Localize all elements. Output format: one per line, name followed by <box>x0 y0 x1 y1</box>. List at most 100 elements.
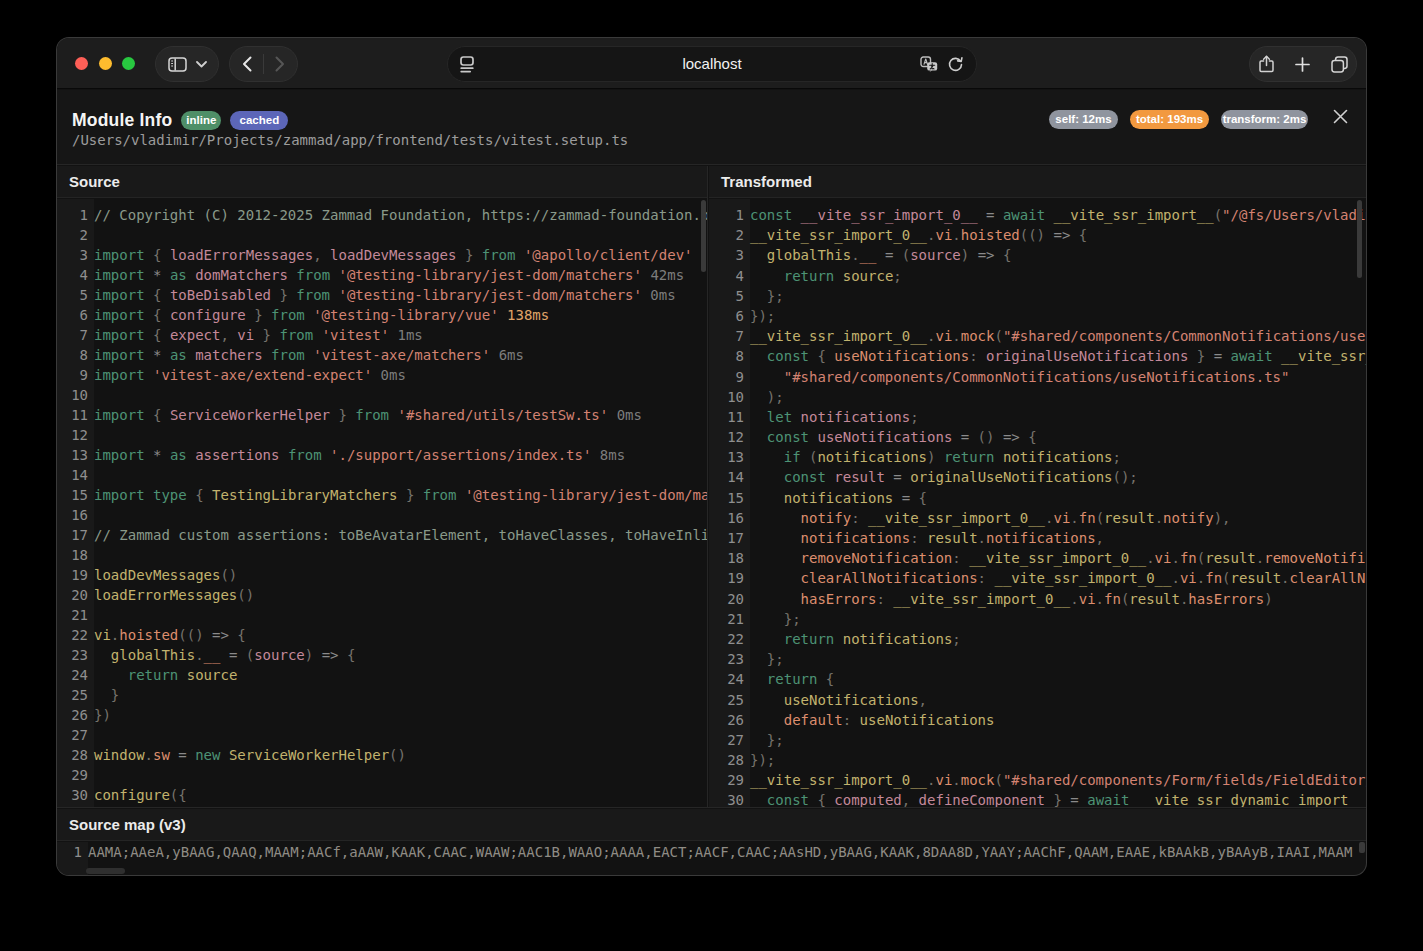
code-line: 2 <box>57 225 707 245</box>
line-number: 12 <box>57 425 94 445</box>
code-text: vi.hoisted(() => { <box>94 625 246 645</box>
navigation-buttons <box>229 46 298 82</box>
window-minimize-button[interactable] <box>99 57 112 70</box>
translate-button[interactable] <box>920 56 938 73</box>
code-line: 15import type { TestingLibraryMatchers }… <box>57 485 707 505</box>
address-bar[interactable]: localhost <box>447 46 977 82</box>
line-number: 23 <box>709 649 750 669</box>
sidebar-toggle-button[interactable] <box>155 46 219 82</box>
code-line: 13 if (notifications) return notificatio… <box>709 447 1366 467</box>
line-number: 12 <box>709 427 750 447</box>
line-number: 17 <box>709 528 750 548</box>
line-number: 4 <box>709 266 750 286</box>
line-number: 11 <box>57 405 94 425</box>
code-line: 11import { ServiceWorkerHelper } from '#… <box>57 405 707 425</box>
code-line: 8 const { useNotifications: originalUseN… <box>709 346 1366 366</box>
window-close-button[interactable] <box>75 57 88 70</box>
code-line: 27 }; <box>709 730 1366 750</box>
window-zoom-button[interactable] <box>122 57 135 70</box>
code-text: useNotifications, <box>750 690 927 710</box>
line-number: 4 <box>57 265 94 285</box>
line-number: 9 <box>57 365 94 385</box>
code-text: const __vite_ssr_import_0__ = await __vi… <box>750 205 1366 225</box>
line-number: 25 <box>709 690 750 710</box>
code-text: import { expect, vi } from 'vitest' 1ms <box>94 325 423 345</box>
code-text: import * as assertions from './support/a… <box>94 445 625 465</box>
horizontal-scrollbar[interactable] <box>86 868 125 874</box>
code-line: 2__vite_ssr_import_0__.vi.hoisted(() => … <box>709 225 1366 245</box>
transformed-pane[interactable]: Transformed 1const __vite_ssr_import_0__… <box>709 166 1366 808</box>
source-code-editor[interactable]: 1// Copyright (C) 2012-2025 Zammad Found… <box>57 199 707 808</box>
code-line: 26 default: useNotifications <box>709 710 1366 730</box>
transformed-code-editor[interactable]: 1const __vite_ssr_import_0__ = await __v… <box>709 199 1366 808</box>
line-number: 13 <box>57 445 94 465</box>
close-button[interactable] <box>1329 105 1351 127</box>
share-icon <box>1259 55 1274 73</box>
back-button[interactable] <box>230 47 263 81</box>
line-number: 9 <box>709 367 750 387</box>
code-line: 7__vite_ssr_import_0__.vi.mock("#shared/… <box>709 326 1366 346</box>
source-map-vertical-scrollbar[interactable] <box>1359 842 1365 853</box>
badge-inline: inline <box>181 111 221 130</box>
desktop-background: localhost <box>0 0 1423 951</box>
code-line: 1// Copyright (C) 2012-2025 Zammad Found… <box>57 205 707 225</box>
code-panes: Source 1// Copyright (C) 2012-2025 Zamma… <box>57 164 1366 807</box>
source-map-editor[interactable]: 1 AAMA;AAeA,yBAAG,QAAQ,MAAM;AACf,aAAW,KA… <box>57 842 1366 875</box>
code-text: globalThis.__ = (source) => { <box>750 245 1011 265</box>
code-line: 19 clearAllNotifications: __vite_ssr_imp… <box>709 568 1366 588</box>
code-line: 26}) <box>57 705 707 725</box>
line-number: 30 <box>709 790 750 808</box>
code-line: 20 hasErrors: __vite_ssr_import_0__.vi.f… <box>709 589 1366 609</box>
code-text: import { loadErrorMessages, loadDevMessa… <box>94 245 693 265</box>
code-line: 29 <box>57 765 707 785</box>
line-number: 6 <box>709 306 750 326</box>
forward-button[interactable] <box>264 47 297 81</box>
line-number: 23 <box>57 645 94 665</box>
code-line: 9import 'vitest-axe/extend-expect' 0ms <box>57 365 707 385</box>
line-number: 30 <box>57 785 94 805</box>
transformed-pane-title: Transformed <box>709 166 1366 198</box>
source-vertical-scrollbar[interactable] <box>701 200 706 272</box>
line-number: 18 <box>57 545 94 565</box>
line-number: 3 <box>57 245 94 265</box>
code-text: }; <box>750 649 784 669</box>
code-text: globalThis.__ = (source) => { <box>94 645 355 665</box>
chevron-down-icon <box>196 61 207 68</box>
close-icon <box>1333 109 1348 124</box>
share-button[interactable] <box>1259 55 1274 73</box>
code-text: const { useNotifications: originalUseNot… <box>750 346 1366 366</box>
code-text: const { computed, defineComponent } = aw… <box>750 790 1366 808</box>
line-number: 5 <box>57 285 94 305</box>
code-line: 3 globalThis.__ = (source) => { <box>709 245 1366 265</box>
line-number: 13 <box>709 447 750 467</box>
code-text: default: useNotifications <box>750 710 994 730</box>
line-number: 22 <box>709 629 750 649</box>
timing-metrics: self: 12ms total: 193ms transform: 2ms <box>1049 110 1308 129</box>
code-text: configure({ <box>94 785 187 805</box>
code-text: // Copyright (C) 2012-2025 Zammad Founda… <box>94 205 707 225</box>
source-map-section: Source map (v3) 1 AAMA;AAeA,yBAAG,QAAQ,M… <box>57 807 1366 875</box>
code-line: 18 <box>57 545 707 565</box>
line-number: 28 <box>709 750 750 770</box>
source-pane[interactable]: Source 1// Copyright (C) 2012-2025 Zamma… <box>57 166 708 808</box>
code-line: 30 const { computed, defineComponent } =… <box>709 790 1366 808</box>
code-text: loadDevMessages() <box>94 565 237 585</box>
line-number: 16 <box>709 508 750 528</box>
code-text: loadErrorMessages() <box>94 585 254 605</box>
new-tab-button[interactable] <box>1295 57 1310 72</box>
code-line: 4import * as domMatchers from '@testing-… <box>57 265 707 285</box>
code-line: 15 notifications = { <box>709 488 1366 508</box>
code-text: if (notifications) return notifications; <box>750 447 1121 467</box>
metric-transform: transform: 2ms <box>1221 110 1308 129</box>
line-number: 3 <box>709 245 750 265</box>
address-bar-actions <box>920 47 964 81</box>
line-number: 11 <box>709 407 750 427</box>
code-line: 14 const result = originalUseNotificatio… <box>709 467 1366 487</box>
tab-overview-button[interactable] <box>1331 56 1348 73</box>
toolbar-actions <box>1249 46 1357 82</box>
code-text: } <box>94 685 119 705</box>
code-line: 24 return source <box>57 665 707 685</box>
sidebar-icon <box>168 57 187 72</box>
reload-button[interactable] <box>947 56 964 73</box>
transformed-vertical-scrollbar[interactable] <box>1357 200 1362 278</box>
